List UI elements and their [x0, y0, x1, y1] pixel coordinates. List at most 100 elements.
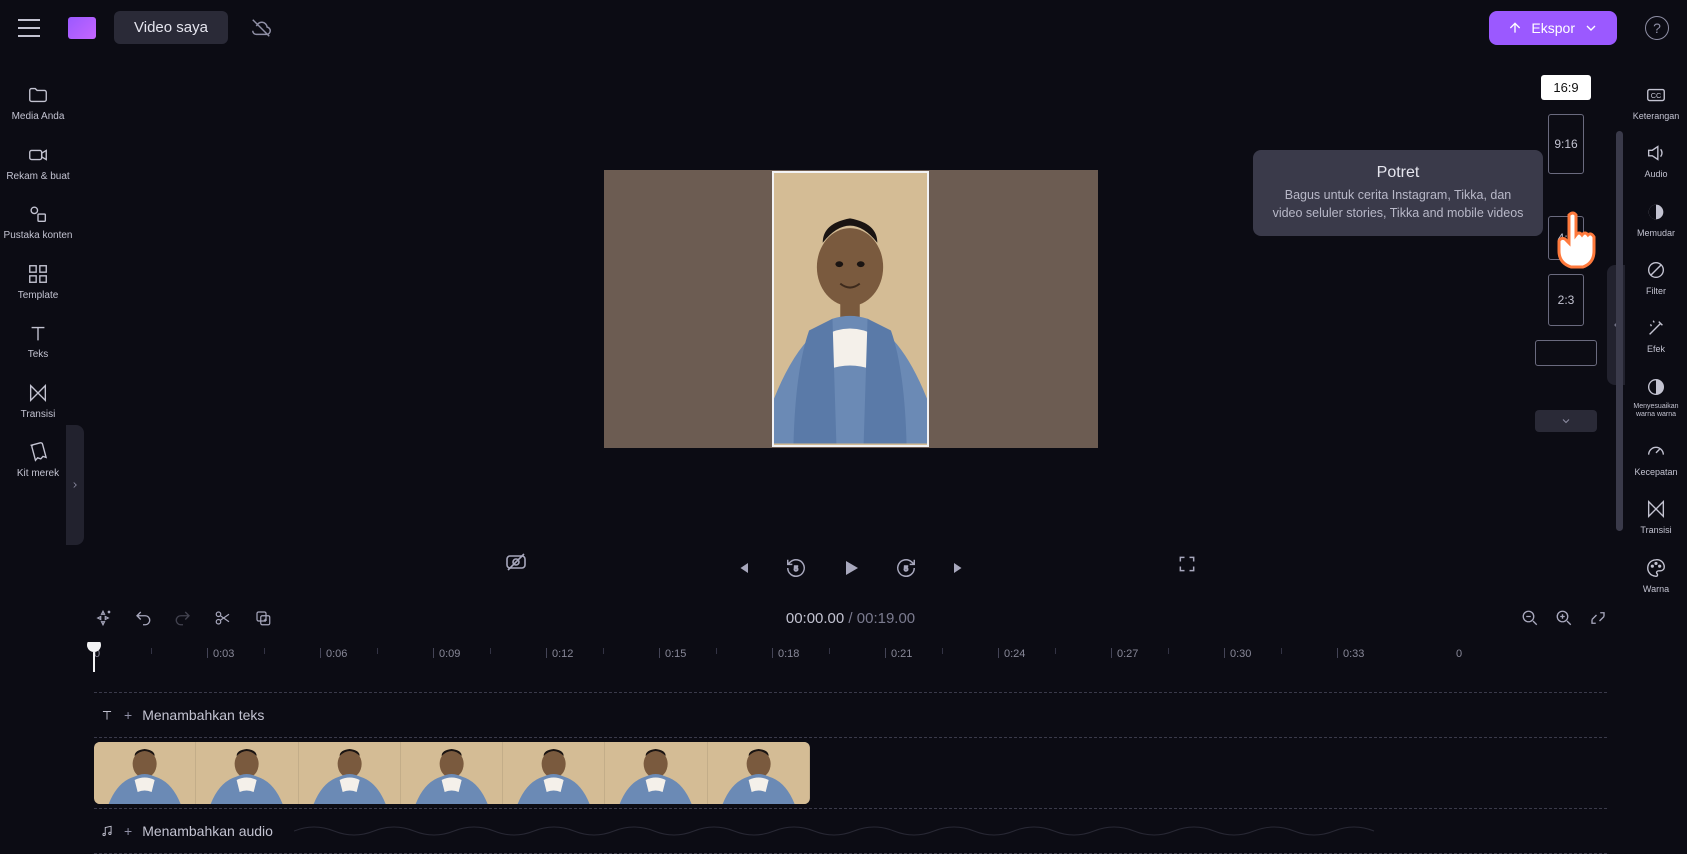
filter-icon — [1645, 258, 1667, 282]
tooltip-title: Potret — [1271, 164, 1525, 182]
svg-text:5: 5 — [793, 564, 797, 573]
aspect-scrollbar[interactable] — [1616, 131, 1623, 531]
skip-start-button[interactable] — [733, 558, 753, 578]
sidebar-item-label: Efek — [1647, 344, 1665, 354]
grid-icon — [27, 262, 49, 286]
sidebar-item-media[interactable]: Media Anda — [0, 73, 76, 133]
preview-canvas[interactable] — [604, 170, 1098, 448]
split-button[interactable] — [214, 609, 232, 627]
rightbar-item-filter[interactable]: Filter — [1625, 248, 1687, 306]
audio-track[interactable]: + Menambahkan audio — [94, 808, 1607, 854]
sidebar-item-brandkit[interactable]: Kit merek — [0, 430, 76, 490]
book-icon — [27, 440, 49, 464]
sidebar-item-text[interactable]: Teks — [0, 311, 76, 371]
autofit-button[interactable] — [94, 609, 112, 627]
playhead[interactable] — [94, 642, 101, 672]
sidebar-item-label: Memudar — [1637, 228, 1675, 238]
tooltip-body: Bagus untuk cerita Instagram, Tikka, dan… — [1271, 186, 1525, 222]
palette-icon — [1645, 556, 1667, 580]
audio-waveform — [294, 819, 1394, 843]
sync-off-icon[interactable] — [250, 17, 272, 39]
time-display: 00:00.00 / 00:19.00 — [786, 610, 915, 627]
fade-icon — [1645, 200, 1667, 224]
preview-region: Potret Bagus untuk cerita Instagram, Tik… — [76, 55, 1625, 594]
sidebar-item-label: Kit merek — [17, 468, 59, 480]
rightbar-item-captions[interactable]: CC Keterangan — [1625, 73, 1687, 131]
time-current: 00:00.00 — [786, 610, 844, 627]
preview-visibility-toggle[interactable] — [504, 550, 528, 574]
rightbar-item-audio[interactable]: Audio — [1625, 131, 1687, 189]
add-audio-label: Menambahkan audio — [142, 823, 273, 839]
left-sidebar: Media Anda Rekam & buat Pustaka konten T… — [0, 55, 76, 854]
sidebar-item-template[interactable]: Template — [0, 252, 76, 312]
text-track[interactable]: + Menambahkan teks — [94, 692, 1607, 738]
sidebar-item-label: Filter — [1646, 286, 1666, 296]
right-sidebar: CC Keterangan Audio Memudar Filter Efek … — [1625, 55, 1687, 854]
sidebar-item-label: Audio — [1644, 169, 1667, 179]
sidebar-item-label: Media Anda — [12, 111, 65, 123]
rightbar-item-color[interactable]: Warna — [1625, 546, 1687, 604]
rightbar-item-speed[interactable]: Kecepatan — [1625, 429, 1687, 487]
sidebar-item-transition[interactable]: Transisi — [0, 371, 76, 431]
forward-5-button[interactable]: 5 — [895, 557, 917, 579]
sidebar-item-record[interactable]: Rekam & buat — [0, 133, 76, 193]
sidebar-item-label: Transisi — [1640, 525, 1671, 535]
transition-icon — [1645, 497, 1667, 521]
play-button[interactable] — [839, 556, 863, 580]
sidebar-item-label: Menyesuaikan warna warna — [1625, 403, 1687, 419]
camera-icon — [27, 143, 49, 167]
app-logo — [68, 17, 96, 39]
fullscreen-button[interactable] — [1177, 554, 1197, 574]
sidebar-item-label: Rekam & buat — [6, 171, 69, 183]
wand-icon — [1645, 316, 1667, 340]
center-column: Potret Bagus untuk cerita Instagram, Tik… — [76, 55, 1625, 854]
rightbar-item-fade[interactable]: Memudar — [1625, 190, 1687, 248]
clip-portrait-frame[interactable] — [772, 171, 929, 447]
sidebar-item-label: Pustaka konten — [4, 230, 73, 242]
time-total: 00:19.00 — [857, 610, 915, 627]
redo-button[interactable] — [174, 609, 192, 627]
zoom-in-button[interactable] — [1555, 609, 1573, 627]
folder-icon — [27, 83, 49, 107]
svg-text:5: 5 — [903, 564, 907, 573]
sidebar-item-label: Keterangan — [1633, 111, 1680, 121]
sidebar-item-label: Warna — [1643, 584, 1669, 594]
rightbar-item-transition[interactable]: Transisi — [1625, 487, 1687, 545]
add-text-button[interactable]: + Menambahkan teks — [94, 707, 264, 723]
skip-end-button[interactable] — [949, 558, 969, 578]
zoom-out-button[interactable] — [1521, 609, 1539, 627]
sidebar-item-label: Kecepatan — [1634, 467, 1677, 477]
help-button[interactable]: ? — [1645, 16, 1669, 40]
aspect-9-16[interactable]: 9:16 — [1548, 114, 1584, 174]
timeline-toolbar: 00:00.00 / 00:19.00 — [76, 594, 1625, 642]
aspect-2-3[interactable]: 2:3 — [1548, 274, 1584, 326]
sidebar-item-library[interactable]: Pustaka konten — [0, 192, 76, 252]
top-bar: Video saya Ekspor ? — [0, 0, 1687, 55]
duplicate-button[interactable] — [254, 609, 272, 627]
aspect-collapse[interactable] — [1535, 410, 1597, 432]
rightbar-item-adjust-color[interactable]: Menyesuaikan warna warna — [1625, 365, 1687, 429]
rightbar-item-effects[interactable]: Efek — [1625, 306, 1687, 364]
aspect-wide[interactable] — [1535, 340, 1597, 366]
video-clip[interactable] — [94, 742, 810, 804]
sidebar-item-label: Transisi — [21, 409, 56, 421]
project-title[interactable]: Video saya — [114, 11, 228, 44]
zoom-fit-button[interactable] — [1589, 609, 1607, 627]
undo-button[interactable] — [134, 609, 152, 627]
aspect-current[interactable]: 16:9 — [1541, 75, 1590, 100]
export-button[interactable]: Ekspor — [1489, 11, 1617, 45]
sidebar-item-label: Template — [18, 290, 59, 302]
speaker-icon — [1645, 141, 1667, 165]
cursor-hand-icon — [1549, 207, 1605, 276]
add-text-label: Menambahkan teks — [142, 707, 264, 723]
gauge-icon — [1645, 439, 1667, 463]
timeline-tracks: + Menambahkan teks + Menambahkan audio — [76, 672, 1625, 854]
hamburger-menu[interactable] — [18, 19, 40, 37]
video-track[interactable] — [94, 737, 1607, 809]
rewind-5-button[interactable]: 5 — [785, 557, 807, 579]
contrast-icon — [1645, 375, 1667, 399]
add-audio-button[interactable]: + Menambahkan audio — [94, 823, 273, 839]
timeline-ruler[interactable]: 00:030:060:090:120:150:180:210:240:270:3… — [76, 642, 1625, 672]
text-icon — [27, 321, 49, 345]
svg-text:CC: CC — [1651, 91, 1662, 100]
